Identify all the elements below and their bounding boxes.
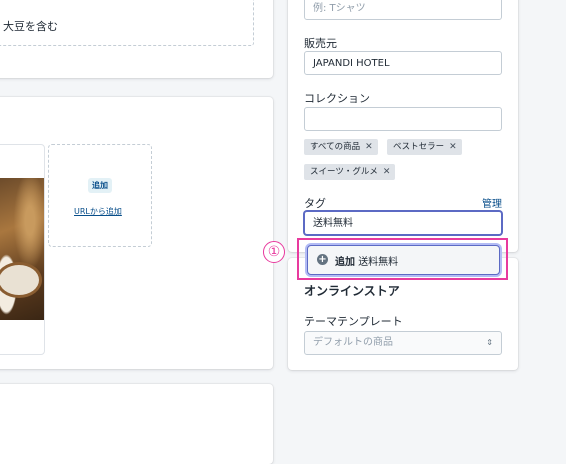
collection-tag: ベストセラー ✕ [387,139,462,155]
online-store-title: オンラインストア [304,284,400,298]
flour-bowl [0,265,39,295]
remove-tag-icon[interactable]: ✕ [383,167,391,177]
vendor-value: JAPANDI HOTEL [313,58,390,69]
manage-tags-link[interactable]: 管理 [482,195,502,210]
step-number: ① [263,241,285,263]
collection-tag: スイーツ・グルメ ✕ [304,164,396,180]
product-type-input[interactable]: 例: Tシャツ [304,0,502,20]
product-image[interactable] [0,144,45,355]
collection-label: コレクション [304,92,370,105]
vendor-input[interactable]: JAPANDI HOTEL [304,51,502,75]
remove-tag-icon[interactable]: ✕ [449,142,457,152]
collection-tag: すべての商品 ✕ [304,139,378,155]
select-arrows-icon: ⇕ [486,338,493,347]
highlight-box [297,238,508,280]
bottom-card [0,384,273,464]
product-type-placeholder: 例: Tシャツ [313,3,366,14]
template-label: テーマテンプレート [304,315,403,328]
tag-input[interactable]: 送料無料 [304,211,502,235]
collection-input[interactable] [304,107,502,131]
tag-input-value: 送料無料 [313,218,353,229]
vendor-label: 販売元 [304,37,337,50]
remove-tag-icon[interactable]: ✕ [365,142,373,152]
bread-photo [0,178,44,320]
add-from-url-link[interactable]: URLから追加 [74,206,122,217]
add-media-button[interactable]: 追加 [88,178,112,193]
tag-label: タグ [304,197,326,210]
theme-template-select[interactable]: デフォルトの商品 ⇕ [304,331,502,355]
allergen-item: 大豆を含む [3,20,58,33]
add-media-dropzone[interactable] [48,144,152,247]
template-value: デフォルトの商品 [313,337,393,348]
